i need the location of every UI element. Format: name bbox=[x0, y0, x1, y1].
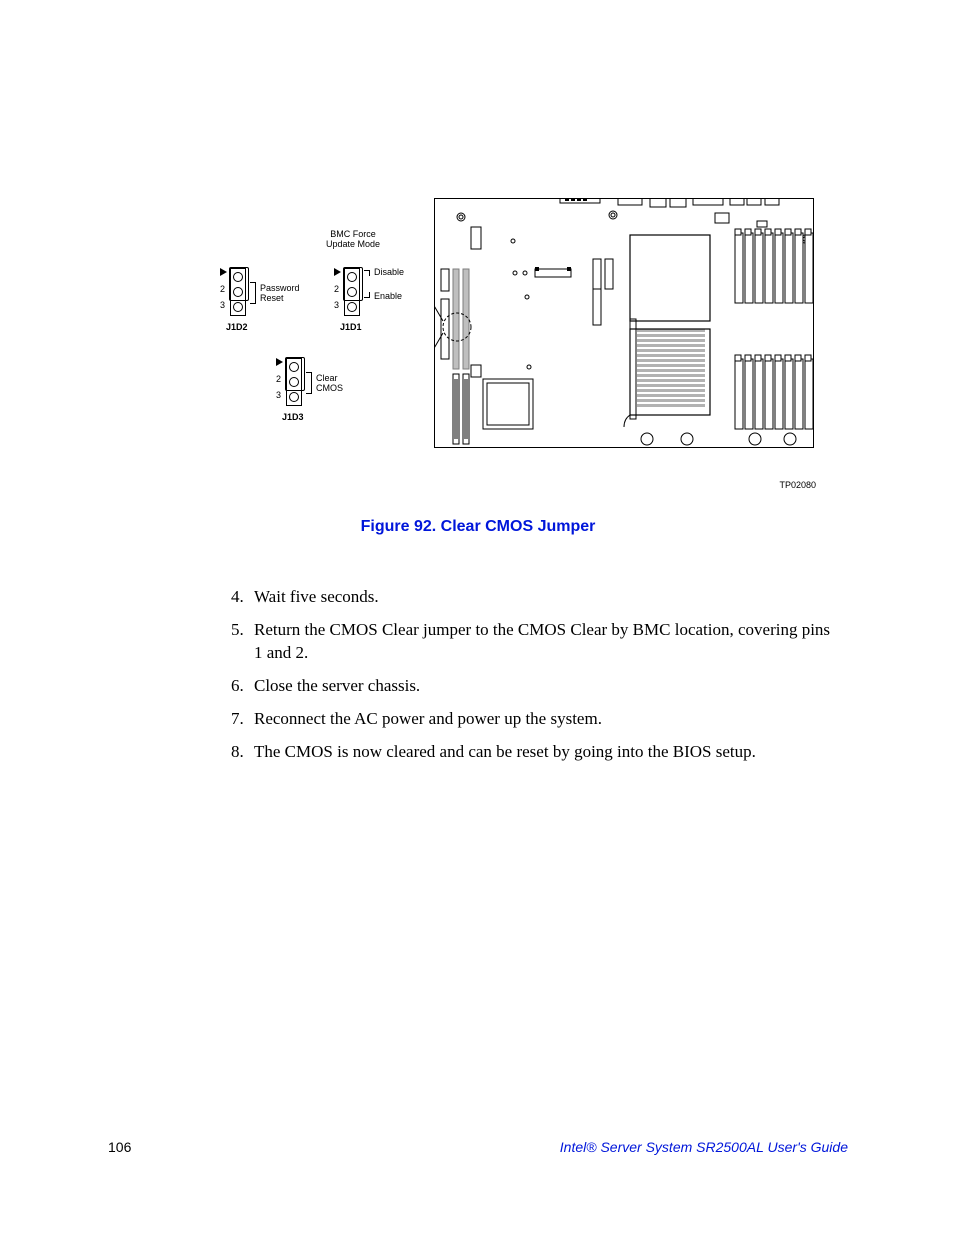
procedure-steps: Wait five seconds. Return the CMOS Clear … bbox=[220, 586, 836, 764]
motherboard-svg bbox=[435, 199, 815, 449]
refdes-j1d1: J1D1 bbox=[340, 322, 362, 332]
motherboard-outline bbox=[434, 198, 814, 448]
jumper-detail-panel: BMC ForceUpdate Mode 2 3 PasswordReset J… bbox=[226, 230, 426, 450]
bmc-title: BMC ForceUpdate Mode bbox=[318, 230, 388, 250]
refdes-j1d2: J1D2 bbox=[226, 322, 248, 332]
figure-diagram: BMC ForceUpdate Mode 2 3 PasswordReset J… bbox=[226, 190, 816, 470]
step-item: Close the server chassis. bbox=[248, 675, 836, 698]
refdes-j1d3: J1D3 bbox=[282, 412, 304, 422]
page-number: 106 bbox=[108, 1139, 131, 1155]
step-item: Reconnect the AC power and power up the … bbox=[248, 708, 836, 731]
figure-tp-number: TP02080 bbox=[779, 480, 816, 490]
figure-caption: Figure 92. Clear CMOS Jumper bbox=[108, 518, 848, 536]
step-item: Wait five seconds. bbox=[248, 586, 836, 609]
jumper-j1d3: 2 3 ClearCMOS bbox=[286, 358, 302, 406]
document-title: Intel® Server System SR2500AL User's Gui… bbox=[560, 1139, 848, 1155]
page-footer: 106 Intel® Server System SR2500AL User's… bbox=[108, 1139, 848, 1155]
step-item: Return the CMOS Clear jumper to the CMOS… bbox=[248, 619, 836, 665]
jumper-j1d2: 2 3 PasswordReset bbox=[230, 268, 246, 316]
jumper-j1d1: 2 3 Disable Enable bbox=[344, 268, 360, 316]
step-item: The CMOS is now cleared and can be reset… bbox=[248, 741, 836, 764]
